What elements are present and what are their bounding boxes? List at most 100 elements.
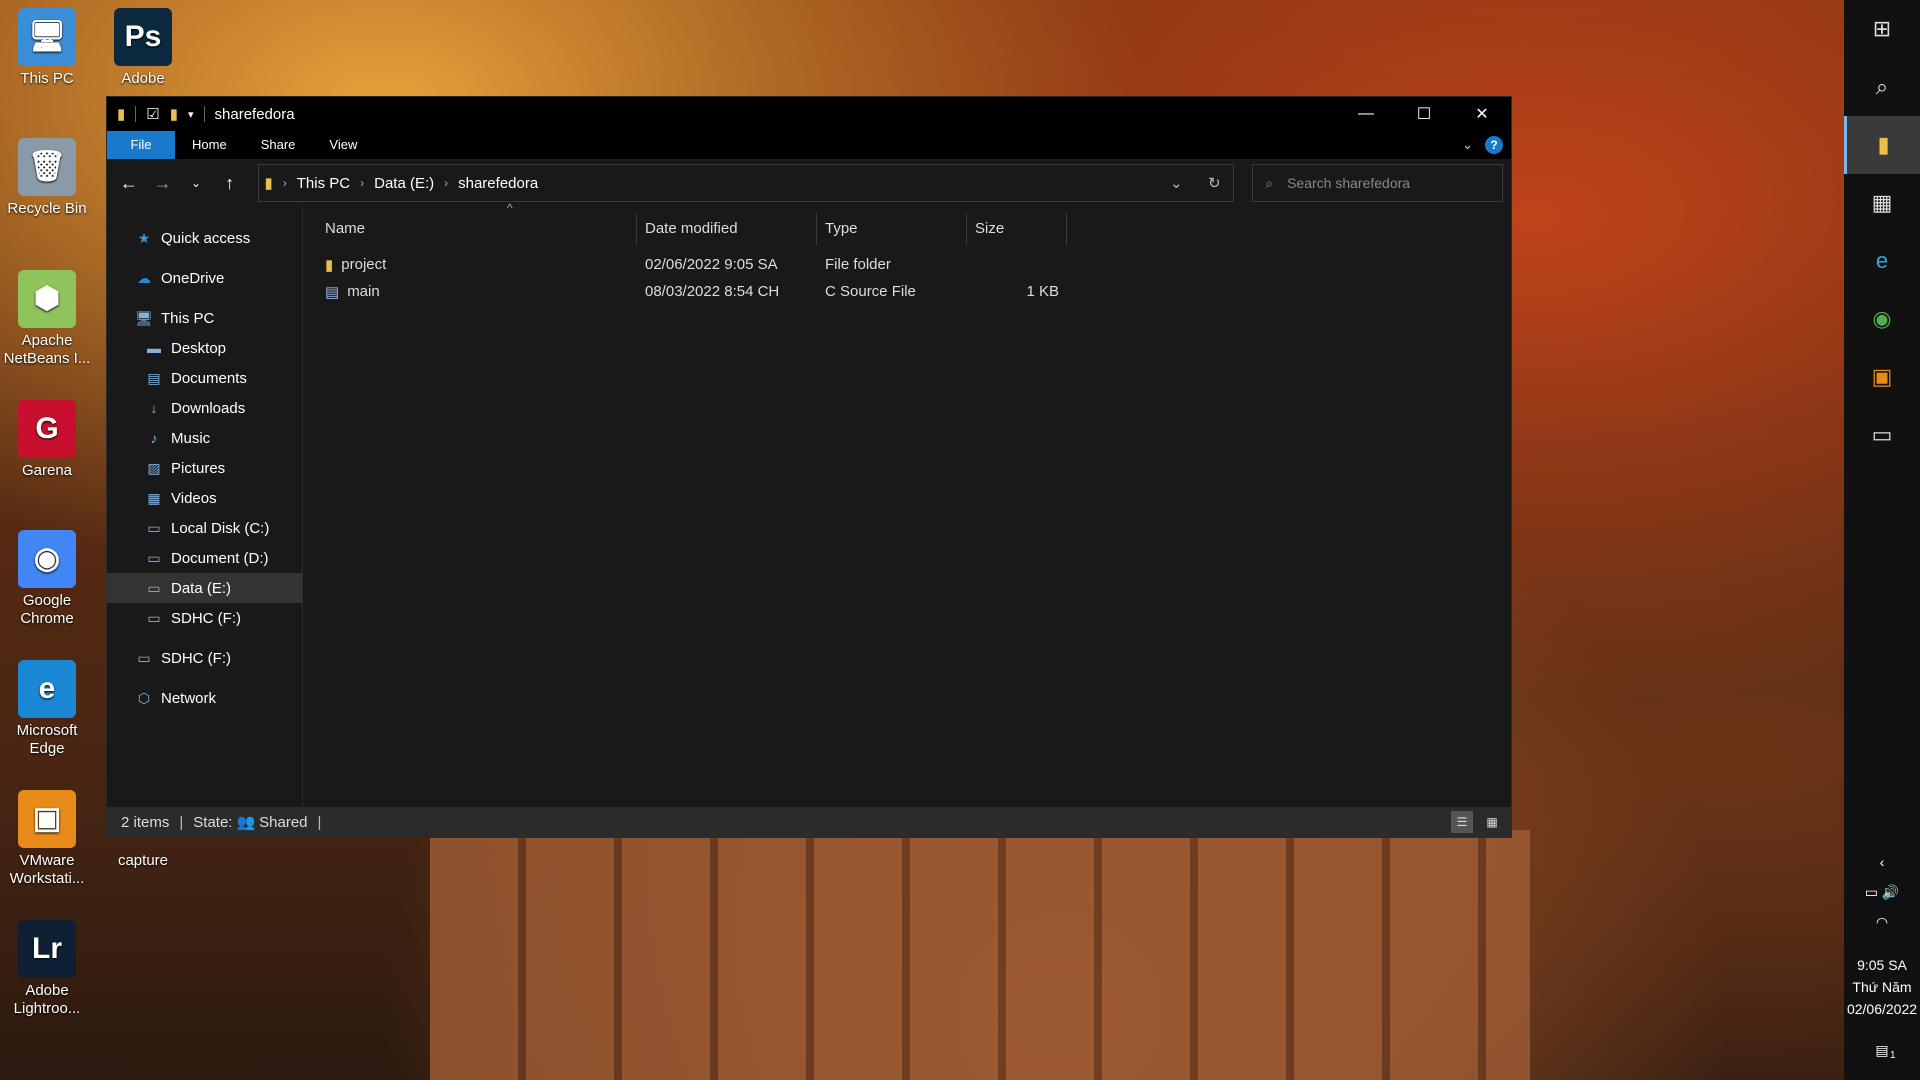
search-input[interactable]: Search sharefedora (1287, 175, 1410, 191)
sidebar-item[interactable]: ☁ OneDrive (107, 263, 302, 293)
address-bar[interactable]: ▮ › This PC › Data (E:) › sharefedora ⌄ … (257, 164, 1235, 202)
back-button[interactable]: ← (115, 169, 143, 197)
file-row[interactable]: ▮ project 02/06/2022 9:05 SA File folder (317, 251, 1511, 278)
vmware-taskbar-icon[interactable]: ▣ (1844, 348, 1920, 406)
breadcrumb-data-e[interactable]: Data (E:) (374, 175, 434, 192)
new-folder-icon[interactable]: ▮ (170, 105, 178, 123)
desktop-icon[interactable]: ◉ Google Chrome (0, 530, 94, 628)
sidebar-item-icon: ▭ (137, 649, 151, 666)
sidebar-item[interactable]: ▭ Data (E:) (107, 573, 302, 603)
desktop-icon[interactable]: Ps Adobe (96, 8, 190, 88)
sidebar-item-icon: ▨ (147, 459, 161, 476)
sidebar-item[interactable]: ▭ SDHC (F:) (107, 643, 302, 673)
sidebar-item-label: Documents (171, 369, 247, 387)
sidebar-item[interactable]: ▬ Desktop (107, 333, 302, 363)
help-icon[interactable]: ? (1485, 136, 1503, 154)
start-button[interactable]: ⊞ (1844, 0, 1920, 58)
sidebar-item[interactable]: ▦ Videos (107, 483, 302, 513)
shared-icon: 👥 (236, 814, 256, 831)
notifications-icon[interactable]: ▤ 1 (1844, 1030, 1920, 1080)
desktop-icon[interactable]: G Garena (0, 400, 94, 480)
file-name: main (347, 283, 380, 300)
chevron-right-icon[interactable]: › (283, 176, 287, 190)
sidebar-item-icon: ♪ (150, 430, 158, 446)
state-label: State: (193, 813, 233, 831)
file-explorer-taskbar-icon[interactable]: ▮ (1844, 116, 1920, 174)
recent-locations-button[interactable]: ⌄ (182, 169, 210, 197)
sidebar-item-icon: 🖥 (135, 309, 153, 326)
column-date-modified[interactable]: Date modified (637, 213, 817, 245)
sidebar-item[interactable]: ▭ Local Disk (C:) (107, 513, 302, 543)
chrome-taskbar-icon[interactable]: ◉ (1844, 290, 1920, 348)
maximize-button[interactable]: ☐ (1395, 97, 1453, 131)
edge-taskbar-icon[interactable]: e (1844, 232, 1920, 290)
search-icon[interactable]: ⌕ (1844, 58, 1920, 116)
desktop-icon[interactable]: ⬢ Apache NetBeans I... (0, 270, 94, 368)
status-bar: 2 items | State: 👥 Shared | ☰ ▦ (107, 807, 1511, 837)
column-name[interactable]: Name (317, 213, 637, 245)
navigation-bar: ← → ⌄ ↑ ▮ › This PC › Data (E:) › sharef… (107, 159, 1511, 207)
sidebar-item[interactable]: 🖥 This PC (107, 303, 302, 333)
breadcrumb-sharefedora[interactable]: sharefedora (458, 175, 538, 192)
quick-access-toolbar: ▮ ☑ ▮ ▾ (107, 105, 205, 123)
desktop-icon[interactable]: ▣ VMware Workstati... (0, 790, 94, 888)
file-name-cell: ▮ project (317, 256, 637, 274)
app-icon: 🖥 (18, 8, 76, 66)
customize-toolbar-icon[interactable]: ▾ (188, 108, 194, 121)
sidebar-item-label: This PC (161, 309, 215, 327)
show-hidden-icons-icon[interactable]: ‹ (1844, 854, 1920, 884)
desktop-icon[interactable]: 🗑 Recycle Bin (0, 138, 94, 218)
breadcrumb-this-pc[interactable]: This PC (297, 175, 350, 192)
desktop-icon[interactable]: 🖥 This PC (0, 8, 94, 88)
sidebar-item-label: OneDrive (161, 269, 225, 287)
clock[interactable]: 9:05 SA Thứ Năm 02/06/2022 (1844, 944, 1920, 1030)
network-icon[interactable]: ◠ (1844, 914, 1920, 944)
sidebar-item-icon: ▤ (147, 369, 161, 386)
sidebar-item-icon: ▭ (147, 549, 161, 566)
tab-home[interactable]: Home (175, 131, 244, 159)
close-button[interactable]: ✕ (1453, 97, 1511, 131)
tab-share[interactable]: Share (244, 131, 313, 159)
desktop-icon[interactable]: e Microsoft Edge (0, 660, 94, 758)
desktop-icon[interactable]: Lr Adobe Lightroo... (0, 920, 94, 1018)
forward-button[interactable]: → (149, 169, 177, 197)
tab-view[interactable]: View (312, 131, 374, 159)
sidebar-item[interactable]: ♪ Music (107, 423, 302, 453)
sidebar-item[interactable]: ▭ SDHC (F:) (107, 603, 302, 633)
microsoft-store-icon[interactable]: ▦ (1844, 174, 1920, 232)
battery-volume-icons[interactable]: ▭ 🔊 (1844, 884, 1920, 914)
clock-day: Thứ Năm (1852, 979, 1912, 995)
sidebar-item[interactable]: ★ Quick access (107, 223, 302, 253)
up-button[interactable]: ↑ (216, 169, 244, 197)
navigation-pane: ★ Quick access ☁ OneDrive 🖥 This PC ▬ Desktop ▤ D… (107, 207, 303, 807)
refresh-icon[interactable]: ↻ (1195, 174, 1233, 192)
column-size[interactable]: Size (967, 213, 1067, 245)
desktop-icon-label: This PC (20, 70, 74, 87)
search-box[interactable]: ⌕ Search sharefedora (1252, 164, 1504, 202)
folder-icon: ▮ (325, 256, 334, 274)
tab-file[interactable]: File (107, 131, 175, 159)
taskbar: ⊞ ⌕ ▮ ▦ e ◉ ▣ ▭ ‹ ▭ 🔊 ◠ 9:05 SA Thứ Năm … (1844, 0, 1920, 1080)
details-view-icon[interactable]: ☰ (1451, 811, 1473, 833)
title-bar[interactable]: ▮ ☑ ▮ ▾ sharefedora — ☐ ✕ (107, 97, 1511, 131)
minimize-button[interactable]: — (1337, 97, 1395, 131)
sidebar-item[interactable]: ▨ Pictures (107, 453, 302, 483)
sidebar-item-label: Desktop (171, 339, 227, 357)
search-icon: ⌕ (1265, 174, 1274, 191)
file-date-cell: 02/06/2022 9:05 SA (645, 256, 778, 273)
sidebar-item[interactable]: ▤ Documents (107, 363, 302, 393)
column-type[interactable]: Type (817, 213, 967, 245)
chevron-right-icon[interactable]: › (360, 176, 364, 190)
expand-ribbon-icon[interactable]: ⌄ (1462, 137, 1473, 153)
sidebar-item[interactable]: ▭ Document (D:) (107, 543, 302, 573)
terminal-taskbar-icon[interactable]: ▭ (1844, 406, 1920, 464)
properties-icon[interactable]: ☑ (146, 105, 159, 123)
sidebar-item[interactable]: ↓ Downloads (107, 393, 302, 423)
chevron-right-icon[interactable]: › (444, 176, 448, 190)
file-row[interactable]: ▤ main 08/03/2022 8:54 CH C Source File 1 KB (317, 278, 1511, 305)
file-explorer-window: ▮ ☑ ▮ ▾ sharefedora — ☐ ✕ File Home Shar… (106, 96, 1512, 838)
address-dropdown-icon[interactable]: ⌄ (1157, 174, 1195, 192)
sidebar-item[interactable]: ⬡ Network (107, 683, 302, 713)
sidebar-item-label: Document (D:) (171, 549, 269, 567)
large-icons-view-icon[interactable]: ▦ (1481, 811, 1503, 833)
